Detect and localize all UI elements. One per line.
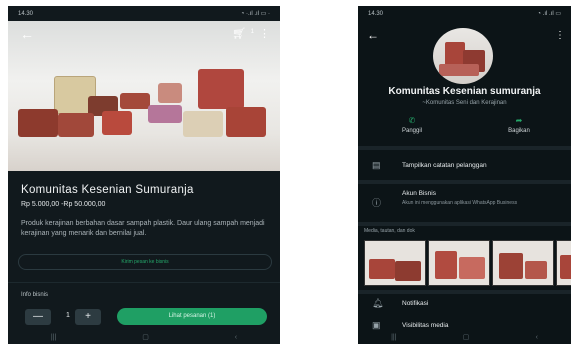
section-divider — [358, 180, 571, 184]
media-section-label: Media, tautan, dan dok — [364, 228, 415, 234]
share-button[interactable]: ➦ Bagikan — [484, 116, 554, 134]
nav-home-icon[interactable]: ▢ — [142, 333, 149, 341]
media-thumbnail[interactable] — [556, 240, 571, 286]
notifications-label: Notifikasi — [402, 300, 429, 307]
system-nav-bar: ||| ▢ ‹ — [8, 330, 280, 344]
cart-icon[interactable]: 🛒︎ — [232, 27, 246, 40]
product-screen: 14.30 ◔ ·.ıl .ıl ▭ · ← 🛒︎ 1 ⋮ Komunitas … — [8, 6, 280, 344]
customer-notes-label: Tampilkan catatan pelanggan — [402, 162, 487, 169]
status-icons: ◔ .ıl .ıl ▭ — [537, 11, 561, 17]
info-icon: ⓘ — [372, 198, 382, 208]
section-divider — [358, 146, 571, 150]
avatar[interactable] — [433, 28, 493, 84]
business-profile-screen: 14.30 ◔ .ıl .ıl ▭ ← ⋮ Komunitas Kesenian… — [358, 6, 571, 344]
nav-recents-icon[interactable]: ||| — [51, 334, 56, 341]
share-label: Bagikan — [508, 128, 530, 134]
call-label: Panggil — [401, 128, 422, 134]
business-account-subtitle: Akun ini menggunakan aplikasi WhatsApp B… — [402, 200, 518, 206]
phone-icon: ✆ — [408, 116, 416, 125]
product-title: Komunitas Kesenian Sumuranja — [21, 184, 194, 196]
message-business-button[interactable]: Kirim pesan ke bisnis — [18, 254, 272, 270]
media-visibility-label: Visibilitas media — [402, 322, 449, 329]
business-account-row[interactable]: ⓘ Akun Bisnis Akun ini menggunakan aplik… — [358, 186, 571, 222]
bell-icon: 🔔︎ — [372, 298, 384, 308]
view-order-button[interactable]: Lihat pesanan (1) — [117, 308, 267, 325]
business-account-title: Akun Bisnis — [402, 190, 436, 197]
status-icons: ◔ ·.ıl .ıl ▭ · — [240, 11, 270, 17]
share-icon: ➦ — [515, 116, 523, 125]
nav-back-icon[interactable]: ‹ — [536, 334, 538, 341]
status-time: 14.30 — [368, 10, 384, 17]
kebab-menu-icon[interactable]: ⋮ — [259, 27, 270, 40]
quantity-plus-button[interactable]: + — [75, 309, 101, 325]
status-bar: 14.30 ◔ .ıl .ıl ▭ — [358, 6, 571, 21]
call-button[interactable]: ✆ Panggil — [377, 116, 447, 134]
business-category: ~Komunitas Seni dan Kerajinan — [422, 100, 507, 106]
quantity-value: 1 — [66, 312, 70, 319]
media-thumbnail[interactable] — [492, 240, 554, 286]
cart-count-badge: 1 — [250, 29, 254, 35]
media-thumbnail[interactable] — [364, 240, 426, 286]
system-nav-bar: ||| ▢ ‹ — [358, 330, 571, 344]
kebab-menu-icon[interactable]: ⋮ — [555, 30, 565, 41]
info-business-label: Info bisnis — [21, 292, 49, 298]
section-divider — [358, 290, 571, 294]
notes-icon: ▤ — [372, 160, 381, 170]
divider — [8, 282, 280, 283]
business-name: Komunitas Kesenian sumuranja — [388, 86, 541, 97]
media-thumbnail[interactable] — [428, 240, 490, 286]
nav-back-icon[interactable]: ‹ — [235, 334, 237, 341]
status-time: 14.30 — [18, 10, 34, 17]
section-divider — [358, 222, 571, 226]
notifications-row[interactable]: 🔔︎ Notifikasi — [358, 296, 571, 314]
product-price: Rp 5.000,00 -Rp 50.000,00 — [21, 201, 106, 208]
product-description: Produk kerajinan berbahan dasar sampah p… — [21, 220, 265, 237]
arrow-left-icon[interactable]: ← — [367, 28, 379, 42]
nav-recents-icon[interactable]: ||| — [391, 334, 396, 341]
customer-notes-row[interactable]: ▤ Tampilkan catatan pelanggan — [358, 156, 571, 178]
status-bar: 14.30 ◔ ·.ıl .ıl ▭ · — [8, 6, 280, 21]
top-bar: ← 🛒︎ 1 ⋮ — [8, 24, 280, 46]
nav-home-icon[interactable]: ▢ — [463, 333, 470, 341]
arrow-left-icon[interactable]: ← — [20, 26, 34, 42]
quantity-minus-button[interactable]: — — [25, 309, 51, 325]
